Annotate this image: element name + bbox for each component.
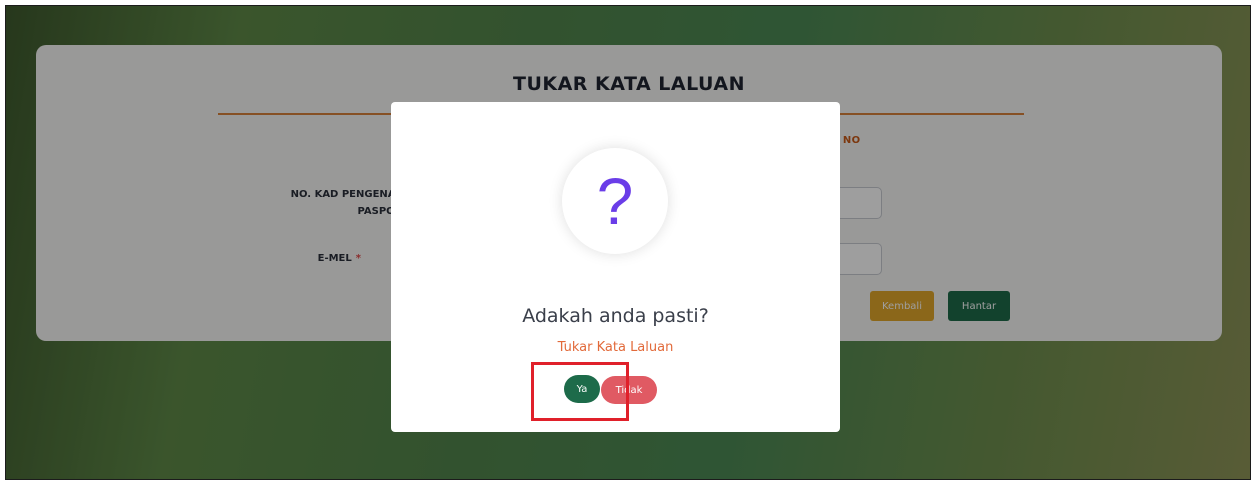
dialog-text: Tukar Kata Laluan	[557, 340, 674, 355]
browser-viewport: TUKAR KATA LALUAN UNTUK MENUKAR KATA LAL…	[5, 5, 1251, 480]
highlight-box	[531, 362, 629, 421]
question-mark-icon: ?	[562, 148, 668, 254]
dialog-title: Adakah anda pasti?	[522, 305, 709, 327]
